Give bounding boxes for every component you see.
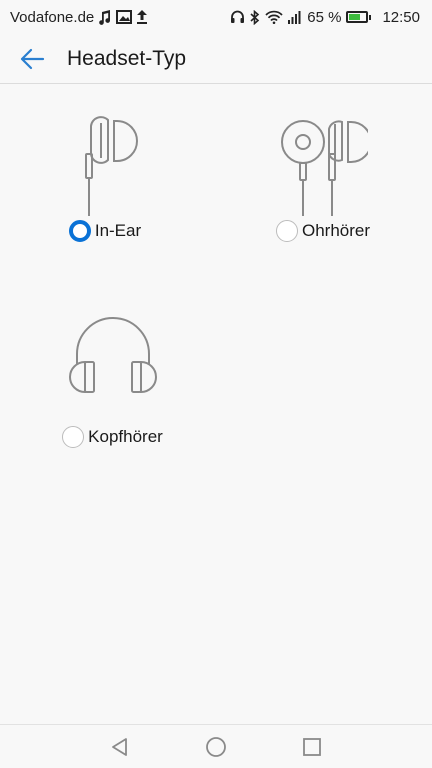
app-bar: Headset-Typ [0, 34, 432, 84]
radio-label-earbuds: Ohrhörer [301, 221, 371, 240]
option-headphones[interactable]: Kopfhörer [55, 310, 170, 448]
radio-headphones[interactable] [62, 426, 85, 448]
carrier-name: Vodafone.de [10, 8, 95, 26]
arrow-back-icon [20, 48, 45, 69]
status-bar-left: Vodafone.de [10, 9, 148, 26]
radio-row-earbuds[interactable]: Ohrhörer [275, 220, 371, 242]
battery-percent: 65 % [307, 8, 342, 26]
home-circle-icon [206, 736, 226, 757]
nav-home-button[interactable] [203, 734, 229, 760]
nav-back-button[interactable] [107, 734, 133, 760]
nav-recents-button[interactable] [299, 734, 325, 760]
signal-icon [288, 10, 302, 24]
earbuds-icon [281, 120, 368, 216]
back-triangle-icon [112, 737, 127, 756]
status-bar-right: 65 % 12:50 [230, 9, 420, 26]
in-ear-headset-icon [85, 116, 138, 216]
page-title: Headset-Typ [67, 46, 187, 70]
image-icon [116, 10, 133, 24]
radio-label-headphones: Kopfhörer [88, 427, 163, 446]
radio-row-in-ear[interactable]: In-Ear [68, 220, 142, 242]
radio-in-ear[interactable] [68, 220, 91, 242]
radio-row-headphones[interactable]: Kopfhörer [62, 426, 163, 448]
headphones-icon [230, 10, 245, 24]
clock: 12:50 [382, 8, 420, 26]
option-earbuds[interactable]: Ohrhörer [268, 110, 378, 242]
option-in-ear[interactable]: In-Ear [60, 110, 150, 242]
over-ear-headphones-icon [68, 317, 157, 394]
navigation-bar [0, 724, 432, 768]
upload-icon [136, 10, 148, 24]
battery-icon [346, 11, 372, 23]
music-note-icon [98, 9, 112, 25]
recents-square-icon [303, 737, 321, 756]
wifi-icon [265, 10, 283, 24]
bluetooth-icon [250, 9, 260, 25]
status-bar: Vodafone.de 65 % 12:50 [0, 0, 432, 34]
radio-earbuds[interactable] [275, 220, 298, 242]
back-button[interactable] [0, 34, 64, 84]
radio-label-in-ear: In-Ear [94, 221, 142, 240]
